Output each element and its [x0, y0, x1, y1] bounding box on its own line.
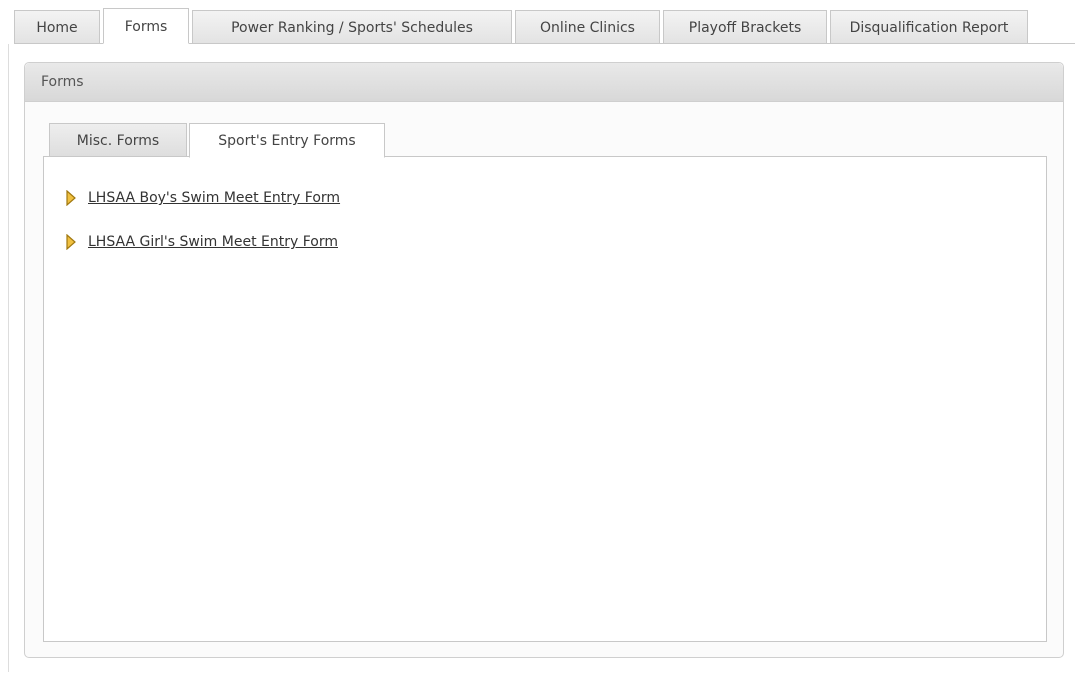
- arrow-bullet-icon: [66, 234, 76, 250]
- boys-swim-entry-form-link[interactable]: LHSAA Boy's Swim Meet Entry Form: [88, 190, 340, 206]
- top-nav-tabs: Home Forms Power Ranking / Sports' Sched…: [14, 8, 1028, 44]
- girls-swim-entry-form-link[interactable]: LHSAA Girl's Swim Meet Entry Form: [88, 234, 338, 250]
- arrow-bullet-icon: [66, 190, 76, 206]
- form-link-list: LHSAA Boy's Swim Meet Entry Form LHSAA G…: [44, 157, 1046, 253]
- list-item: LHSAA Boy's Swim Meet Entry Form: [64, 187, 1046, 209]
- tab-home[interactable]: Home: [14, 10, 100, 44]
- tab-online-clinics[interactable]: Online Clinics: [515, 10, 660, 44]
- tab-sports-entry-forms[interactable]: Sport's Entry Forms: [189, 123, 385, 158]
- forms-panel: Forms Misc. Forms Sport's Entry Forms LH…: [24, 62, 1064, 658]
- tab-power-ranking[interactable]: Power Ranking / Sports' Schedules: [192, 10, 512, 44]
- list-item: LHSAA Girl's Swim Meet Entry Form: [64, 231, 1046, 253]
- tab-disqualification-report[interactable]: Disqualification Report: [830, 10, 1028, 44]
- tab-content: LHSAA Boy's Swim Meet Entry Form LHSAA G…: [43, 156, 1047, 642]
- panel-tabs: Misc. Forms Sport's Entry Forms: [49, 123, 385, 158]
- panel-title: Forms: [25, 63, 1063, 102]
- tab-playoff-brackets[interactable]: Playoff Brackets: [663, 10, 827, 44]
- tab-misc-forms[interactable]: Misc. Forms: [49, 123, 187, 157]
- tab-forms[interactable]: Forms: [103, 8, 189, 44]
- page: Home Forms Power Ranking / Sports' Sched…: [0, 0, 1075, 674]
